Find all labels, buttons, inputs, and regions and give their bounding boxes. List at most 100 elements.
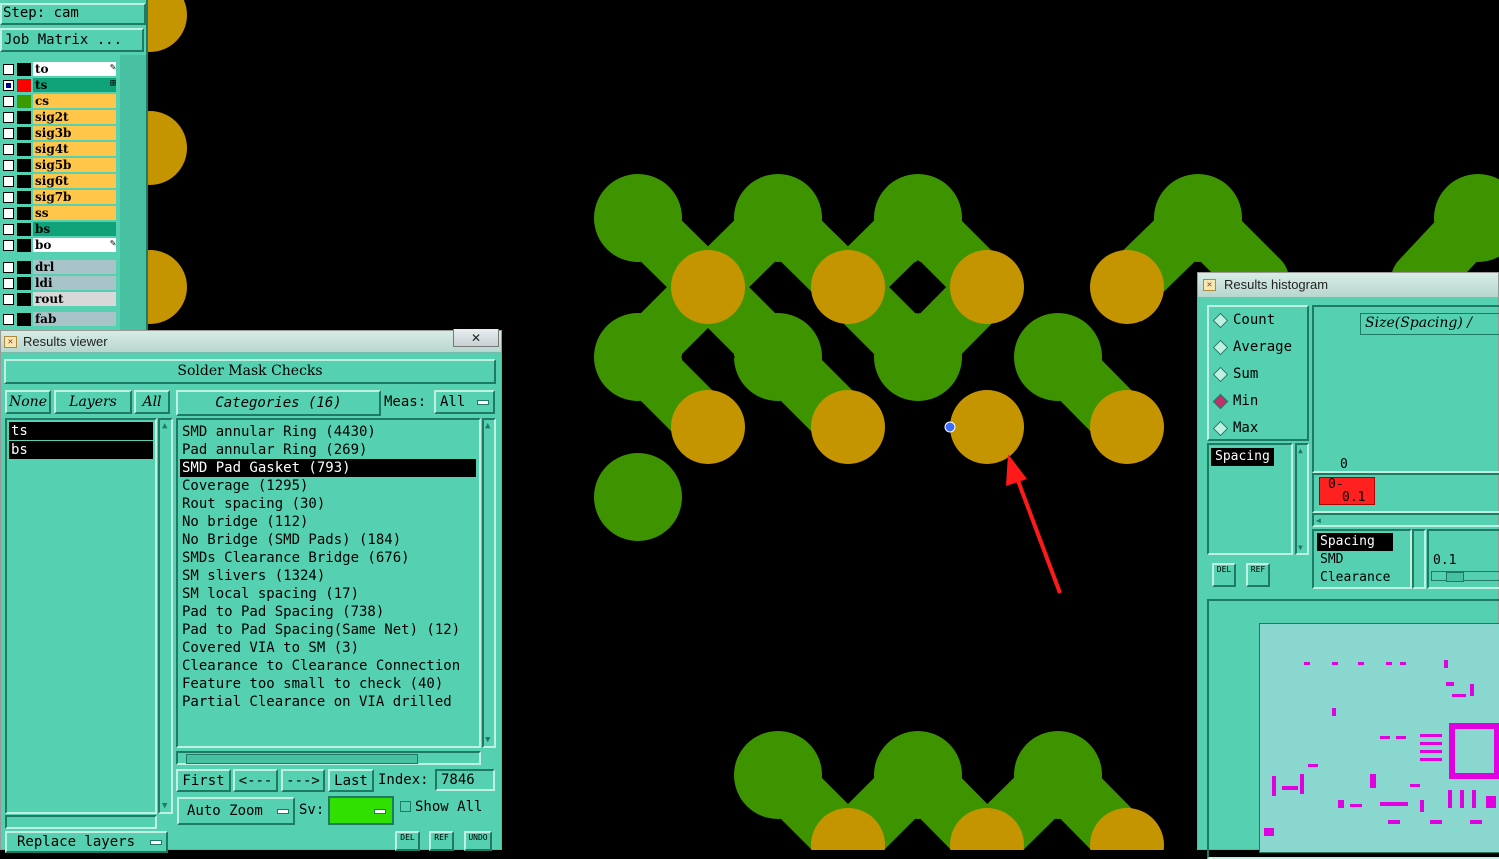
layer-list-hscroll[interactable] <box>5 815 157 829</box>
sv-color-dropdown[interactable] <box>328 796 394 825</box>
layer-name[interactable]: sig4t <box>33 142 116 156</box>
radio-icon[interactable] <box>1212 393 1229 410</box>
layer-color-swatch[interactable] <box>17 127 31 140</box>
layer-list-scrollbar[interactable]: ▲ ▼ <box>158 418 173 814</box>
layer-color-swatch[interactable] <box>17 277 31 290</box>
layer-row-ss[interactable]: ss <box>0 206 118 221</box>
layer-row-sig2t[interactable]: sig2t <box>0 110 118 125</box>
list2[interactable]: Spacing SMD Clearance <box>1312 529 1412 589</box>
layer-checkbox[interactable] <box>3 240 14 251</box>
category-list[interactable]: SMD annular Ring (4430) Pad annular Ring … <box>176 418 481 748</box>
radio-icon[interactable] <box>1212 312 1229 329</box>
layer-row-to[interactable]: to ✎ <box>0 62 118 77</box>
layer-name[interactable]: sig7b <box>33 190 116 204</box>
layer-row-sig3b[interactable]: sig3b <box>0 126 118 141</box>
layer-checkbox[interactable] <box>3 176 14 187</box>
layer-color-swatch[interactable] <box>17 261 31 274</box>
stat-option-min[interactable]: Min <box>1211 391 1307 418</box>
category-item[interactable]: Coverage (1295) <box>180 477 476 495</box>
layer-color-swatch[interactable] <box>17 207 31 220</box>
layer-color-swatch[interactable] <box>17 63 31 76</box>
last-button[interactable]: Last <box>328 769 374 792</box>
results-viewer-titlebar[interactable]: ✕ Results viewer <box>1 331 501 353</box>
layer-checkbox[interactable] <box>3 160 14 171</box>
auto-zoom-dropdown[interactable]: Auto Zoom <box>177 797 295 825</box>
scroll-up-icon[interactable]: ▲ <box>1298 446 1303 455</box>
show-all-checkbox[interactable] <box>400 801 411 812</box>
layer-checkbox[interactable] <box>3 128 14 139</box>
first-button[interactable]: First <box>176 769 231 792</box>
layer-name[interactable]: fab <box>33 312 116 326</box>
stat-option-average[interactable]: Average <box>1211 337 1307 364</box>
layer-color-swatch[interactable] <box>17 191 31 204</box>
hscroll-thumb[interactable] <box>186 754 418 764</box>
categories-button[interactable]: Categories (16) <box>176 390 381 416</box>
category-item[interactable]: Rout spacing (30) <box>180 495 476 513</box>
category-item[interactable]: SMD Pad Gasket (793) <box>180 459 476 477</box>
layer-name[interactable]: sig6t <box>33 174 116 188</box>
histo-del-button[interactable]: DEL <box>1212 563 1236 587</box>
list1-scrollbar[interactable]: ▲ ▼ <box>1295 443 1309 555</box>
layer-row-cs[interactable]: cs <box>0 94 118 109</box>
layer-name[interactable]: ldi <box>33 276 116 290</box>
histo-ref-button[interactable]: REF <box>1246 563 1270 587</box>
size-field[interactable]: Size(Spacing) / <box>1360 313 1499 335</box>
layer-color-swatch[interactable] <box>17 95 31 108</box>
category-item[interactable]: Partial Clearance on VIA drilled <box>180 693 476 711</box>
layer-row-sig6t[interactable]: sig6t <box>0 174 118 189</box>
layer-checkbox[interactable] <box>3 80 14 91</box>
category-item[interactable]: SMD annular Ring (4430) <box>180 423 476 441</box>
job-matrix-button[interactable]: Job Matrix ... <box>0 28 144 52</box>
layer-color-swatch[interactable] <box>17 293 31 306</box>
layer-checkbox[interactable] <box>3 192 14 203</box>
layer-name[interactable]: sig3b <box>33 126 116 140</box>
layer-checkbox[interactable] <box>3 64 14 75</box>
layer-checkbox[interactable] <box>3 112 14 123</box>
category-item[interactable]: Pad to Pad Spacing(Same Net) (12) <box>180 621 476 639</box>
all-button[interactable]: All <box>134 390 170 414</box>
layer-name[interactable]: bo <box>33 238 116 252</box>
layer-checkbox[interactable] <box>3 96 14 107</box>
layer-name[interactable]: ts <box>33 78 116 92</box>
category-scrollbar[interactable]: ▲ ▼ <box>482 418 496 748</box>
layer-checkbox[interactable] <box>3 224 14 235</box>
scroll-down-icon[interactable]: ▼ <box>485 735 490 745</box>
layer-row-sig7b[interactable]: sig7b <box>0 190 118 205</box>
prev-button[interactable]: <--- <box>233 769 278 792</box>
layer-row-fab[interactable]: fab <box>0 312 118 327</box>
overview-map[interactable] <box>1259 623 1499 853</box>
histogram-titlebar[interactable]: ✕ Results histogram <box>1198 273 1498 297</box>
layer-name[interactable]: drl <box>33 260 116 274</box>
histogram-plot[interactable]: Size(Spacing) / 0 <box>1312 305 1499 473</box>
layer-color-swatch[interactable] <box>17 159 31 172</box>
category-item[interactable]: SM local spacing (17) <box>180 585 476 603</box>
layer-color-swatch[interactable] <box>17 313 31 326</box>
scroll-up-icon[interactable]: ▲ <box>485 421 490 431</box>
layer-result-item[interactable]: bs <box>9 441 153 459</box>
radio-icon[interactable] <box>1212 339 1229 356</box>
histogram-hscroll[interactable]: ◀ <box>1312 513 1499 527</box>
layer-color-swatch[interactable] <box>17 175 31 188</box>
layer-name[interactable]: sig2t <box>33 110 116 124</box>
stat-option-count[interactable]: Count <box>1211 310 1307 337</box>
undo-button[interactable]: UNDO <box>464 831 492 851</box>
layer-color-swatch[interactable] <box>17 79 31 92</box>
layer-name[interactable]: sig5b <box>33 158 116 172</box>
layer-row-rout[interactable]: rout <box>0 292 118 307</box>
histogram-bin[interactable]: 0- 0.1 <box>1319 477 1375 505</box>
radio-icon[interactable] <box>1212 366 1229 383</box>
index-field[interactable]: 7846 <box>435 769 495 791</box>
layer-row-ldi[interactable]: ldi <box>0 276 118 291</box>
layer-result-item[interactable]: ts <box>9 422 153 440</box>
list1[interactable]: Spacing <box>1207 443 1293 555</box>
category-item[interactable]: SM slivers (1324) <box>180 567 476 585</box>
layer-checkbox[interactable] <box>3 278 14 289</box>
scroll-left-icon[interactable]: ◀ <box>1316 516 1321 525</box>
layer-name[interactable]: to <box>33 62 116 76</box>
category-item[interactable]: Covered VIA to SM (3) <box>180 639 476 657</box>
layer-color-swatch[interactable] <box>17 143 31 156</box>
close-button[interactable]: ✕ <box>453 329 499 347</box>
layer-row-bo[interactable]: bo ✎ <box>0 238 118 253</box>
meas-dropdown[interactable]: All <box>434 390 495 414</box>
del-button[interactable]: DEL <box>395 831 420 851</box>
